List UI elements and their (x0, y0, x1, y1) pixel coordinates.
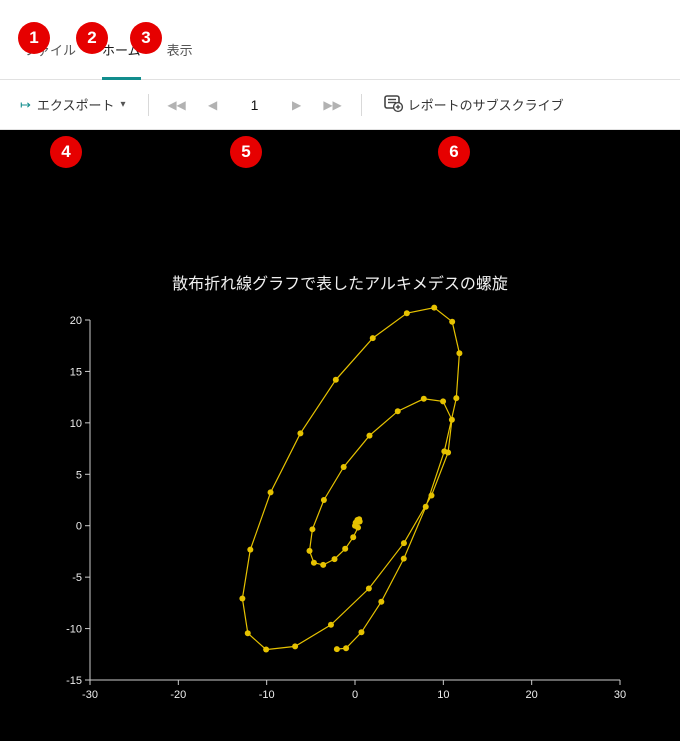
svg-text:0: 0 (352, 689, 358, 701)
export-button[interactable]: ↦ エクスポート ▾ (12, 90, 134, 120)
prev-page-button[interactable]: ◀ (199, 90, 227, 120)
svg-text:15: 15 (70, 366, 82, 378)
chevron-down-icon: ▾ (121, 99, 126, 110)
tab-view[interactable]: 表示 (167, 40, 193, 79)
subscribe-button[interactable]: レポートのサブスクライブ (376, 90, 572, 120)
svg-text:10: 10 (437, 689, 449, 701)
subscribe-label: レポートのサブスクライブ (408, 95, 564, 114)
svg-text:-30: -30 (82, 689, 98, 701)
first-page-button[interactable]: ◀◀ (163, 90, 191, 120)
double-left-icon: ◀◀ (167, 98, 185, 112)
report-canvas: 散布折れ線グラフで表したアルキメデスの螺旋 -15 -10 -5 0 5 10 15 20 -3… (0, 130, 680, 741)
tab-file[interactable]: ファイル (24, 40, 76, 79)
svg-text:20: 20 (526, 689, 538, 701)
toolbar-separator (148, 94, 149, 116)
svg-text:-15: -15 (66, 675, 82, 687)
subscribe-icon (384, 95, 402, 115)
chart-svg: -15 -10 -5 0 5 10 15 20 -30 -20 -10 0 10 20 30 (40, 310, 640, 710)
toolbar-separator-2 (361, 94, 362, 116)
next-page-button[interactable]: ▶ (283, 90, 311, 120)
double-right-icon: ▶▶ (323, 98, 341, 112)
svg-text:30: 30 (614, 689, 626, 701)
last-page-button[interactable]: ▶▶ (319, 90, 347, 120)
svg-text:-10: -10 (259, 689, 275, 701)
svg-text:-20: -20 (170, 689, 186, 701)
right-icon: ▶ (292, 98, 301, 112)
left-icon: ◀ (208, 98, 217, 112)
ribbon-tabs: ファイル ホーム 表示 (0, 0, 680, 80)
export-label: エクスポート (37, 95, 115, 114)
chart-plot-area: -15 -10 -5 0 5 10 15 20 -30 -20 -10 0 10 20 30 (40, 310, 640, 710)
page-number: 1 (235, 97, 275, 113)
svg-text:5: 5 (76, 469, 82, 481)
svg-text:0: 0 (76, 521, 82, 533)
svg-text:-10: -10 (66, 624, 82, 636)
svg-text:20: 20 (70, 315, 82, 327)
tab-home[interactable]: ホーム (102, 40, 141, 79)
svg-text:-5: -5 (72, 572, 82, 584)
export-icon: ↦ (20, 97, 31, 113)
report-toolbar: ↦ エクスポート ▾ ◀◀ ◀ 1 ▶ ▶▶ レポートのサブスクライブ (0, 80, 680, 130)
svg-text:10: 10 (70, 418, 82, 430)
chart-title: 散布折れ線グラフで表したアルキメデスの螺旋 (0, 130, 680, 294)
